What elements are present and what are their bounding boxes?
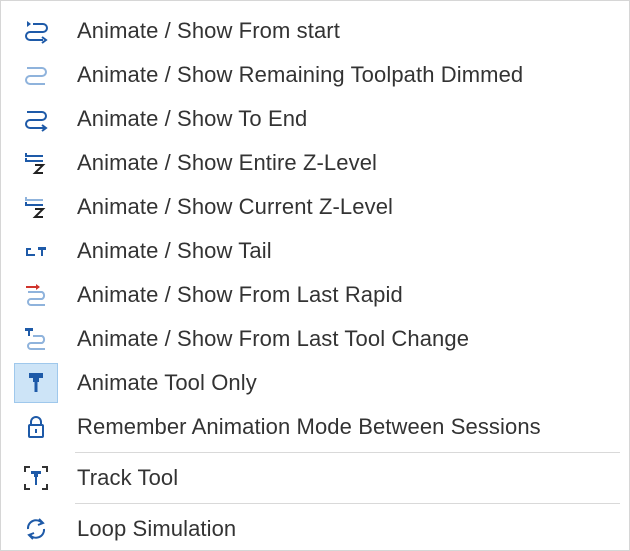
menu-item-label: Animate / Show Entire Z-Level bbox=[77, 150, 378, 175]
menu-item-label: Animate Tool Only bbox=[77, 370, 257, 395]
remaining-dimmed-icon bbox=[14, 55, 58, 95]
menu-item-entire-z-level[interactable]: Animate / Show Entire Z-Level bbox=[1, 141, 629, 185]
menu-item-label: Loop Simulation bbox=[77, 516, 237, 541]
menu-item-tool-only[interactable]: Animate Tool Only bbox=[1, 361, 629, 405]
menu-separator bbox=[75, 452, 620, 453]
menu-item-label: Animate / Show To End bbox=[77, 106, 308, 131]
menu-item-label: Remember Animation Mode Between Sessions bbox=[77, 414, 541, 439]
loop-icon bbox=[14, 509, 58, 549]
menu-item-last-tool-change[interactable]: Animate / Show From Last Tool Change bbox=[1, 317, 629, 361]
menu-item-label: Animate / Show Tail bbox=[77, 238, 272, 263]
menu-item-label: Animate / Show From Last Tool Change bbox=[77, 326, 470, 351]
menu-item-last-rapid[interactable]: Animate / Show From Last Rapid bbox=[1, 273, 629, 317]
menu-item-loop-simulation[interactable]: Loop Simulation bbox=[1, 507, 629, 551]
menu-item-tail[interactable]: Animate / Show Tail bbox=[1, 229, 629, 273]
animate-from-start-icon bbox=[14, 11, 58, 51]
menu-item-animate-from-start[interactable]: Animate / Show From start bbox=[1, 9, 629, 53]
current-z-level-icon bbox=[14, 187, 58, 227]
menu-item-label: Animate / Show From Last Rapid bbox=[77, 282, 403, 307]
menu-item-label: Animate / Show From start bbox=[77, 18, 340, 43]
menu-item-track-tool[interactable]: Track Tool bbox=[1, 456, 629, 500]
menu-separator bbox=[75, 503, 620, 504]
lock-icon bbox=[14, 407, 58, 447]
track-tool-icon bbox=[14, 458, 58, 498]
tail-icon bbox=[14, 231, 58, 271]
animate-to-end-icon bbox=[14, 99, 58, 139]
tool-only-icon bbox=[14, 363, 58, 403]
menu-item-label: Animate / Show Current Z-Level bbox=[77, 194, 394, 219]
menu-item-animate-to-end[interactable]: Animate / Show To End bbox=[1, 97, 629, 141]
menu-item-label: Animate / Show Remaining Toolpath Dimmed bbox=[77, 62, 524, 87]
menu-item-remember-mode[interactable]: Remember Animation Mode Between Sessions bbox=[1, 405, 629, 449]
menu-item-current-z-level[interactable]: Animate / Show Current Z-Level bbox=[1, 185, 629, 229]
menu-item-label: Track Tool bbox=[77, 465, 179, 490]
entire-z-level-icon bbox=[14, 143, 58, 183]
last-tool-change-icon bbox=[14, 319, 58, 359]
animation-mode-menu: Animate / Show From start Animate / Show… bbox=[0, 0, 630, 551]
last-rapid-icon bbox=[14, 275, 58, 315]
menu-item-remaining-dimmed[interactable]: Animate / Show Remaining Toolpath Dimmed bbox=[1, 53, 629, 97]
